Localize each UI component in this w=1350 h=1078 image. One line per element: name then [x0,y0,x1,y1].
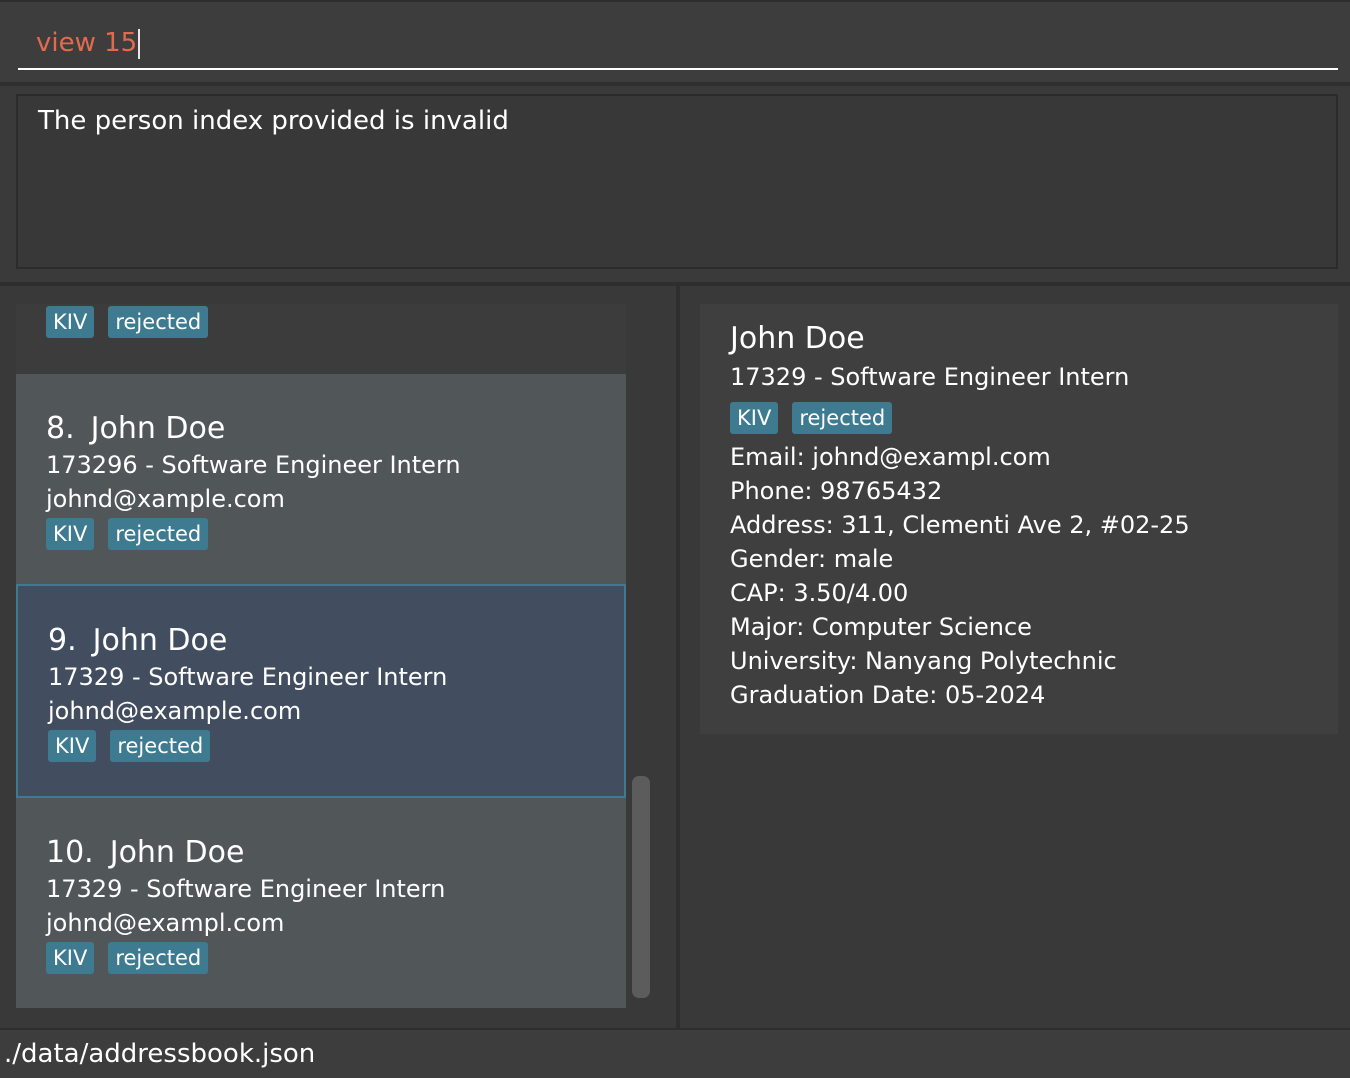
status-bar: ./data/addressbook.json [0,1028,1350,1078]
detail-university: University: Nanyang Polytechnic [730,647,1117,675]
detail-phone: Phone: 98765432 [730,477,943,505]
person-card-selected[interactable]: 9. John Doe 17329 - Software Engineer Int… [16,584,626,798]
detail-gender: Gender: male [730,545,894,573]
person-name: John Doe [109,835,245,870]
person-detail-card: John Doe 17329 - Software Engineer Inter… [700,304,1338,734]
person-name-row: 10. John Doe [46,834,626,872]
detail-job: 17329 - Software Engineer Intern [730,363,1130,391]
person-name: John Doe [92,623,228,658]
detail-cap: CAP: 3.50/4.00 [730,579,909,607]
result-message: The person index provided is invalid [38,106,509,136]
person-name: John Doe [90,411,226,446]
tag-list: KIV rejected [46,942,626,974]
tag-list: KIV rejected [46,518,626,550]
tag-list: KIV rejected [46,306,626,338]
tag-badge: rejected [110,730,211,762]
result-display-area: The person index provided is invalid [0,86,1350,282]
person-card[interactable]: KIV rejected [16,304,626,374]
app-window: view 15 The person index provided is inv… [0,0,1350,1078]
tag-badge: rejected [108,942,209,974]
text-caret [138,28,141,59]
tag-badge: KIV [46,306,95,338]
detail-major: Major: Computer Science [730,613,1032,641]
tag-badge: rejected [108,306,209,338]
person-index: 10. [46,835,94,870]
tag-list: KIV rejected [730,402,1308,434]
tag-list: KIV rejected [48,730,624,762]
person-index: 9. [48,623,77,658]
command-box-area: view 15 [0,0,1350,82]
tag-badge: KIV [46,518,95,550]
list-scrollbar[interactable] [630,304,652,1008]
person-email: johnd@example.com [48,697,302,725]
tag-badge: rejected [108,518,209,550]
command-text: view 15 [36,28,138,58]
tag-badge: rejected [792,402,893,434]
person-card[interactable]: 10. John Doe 17329 - Software Engineer In… [16,798,626,1008]
detail-name: John Doe [730,321,865,356]
person-job: 173296 - Software Engineer Intern [46,451,461,479]
person-detail-panel: John Doe 17329 - Software Engineer Inter… [680,286,1350,1028]
detail-address: Address: 311, Clementi Ave 2, #02-25 [730,511,1190,539]
save-location-path: ./data/addressbook.json [4,1039,316,1069]
tag-badge: KIV [48,730,97,762]
person-name-row: 8. John Doe [46,410,626,448]
detail-graduation: Graduation Date: 05-2024 [730,681,1046,709]
tag-badge: KIV [730,402,779,434]
person-job: 17329 - Software Engineer Intern [48,663,448,691]
person-email: johnd@xample.com [46,485,285,513]
tag-badge: KIV [46,942,95,974]
person-job: 17329 - Software Engineer Intern [46,875,446,903]
person-list[interactable]: KIV rejected 8. John Doe 173296 - Softwar… [16,304,626,1008]
command-input[interactable]: view 15 [18,16,1338,70]
detail-email: Email: johnd@exampl.com [730,443,1051,471]
person-index: 8. [46,411,75,446]
person-email: johnd@exampl.com [46,909,285,937]
person-card[interactable]: 8. John Doe 173296 - Software Engineer In… [16,374,626,584]
person-list-panel: KIV rejected 8. John Doe 173296 - Softwar… [0,286,676,1028]
person-name-row: 9. John Doe [48,622,624,660]
scrollbar-thumb[interactable] [632,776,650,998]
result-display: The person index provided is invalid [16,94,1338,269]
